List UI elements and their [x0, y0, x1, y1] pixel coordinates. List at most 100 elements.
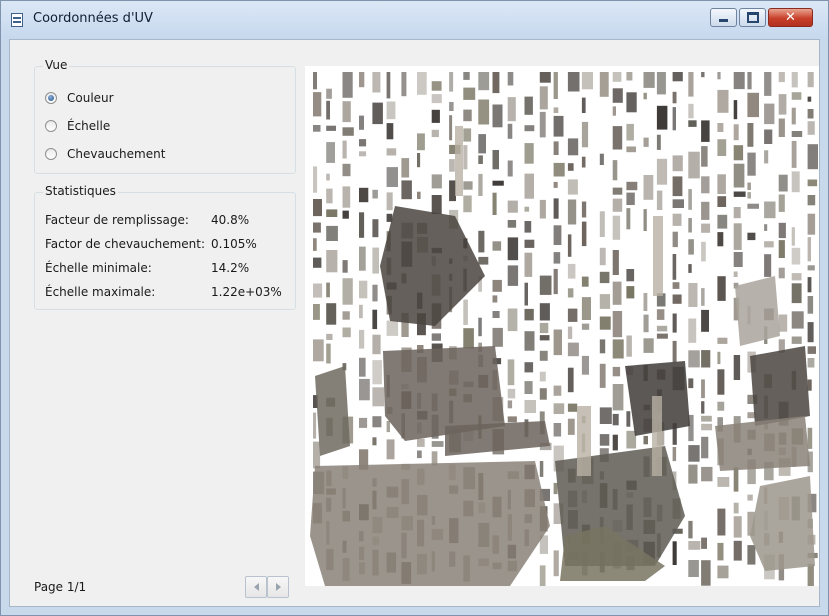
uv-island — [539, 350, 548, 361]
uv-island — [672, 72, 683, 82]
uv-island — [342, 72, 353, 98]
uv-island — [342, 163, 351, 177]
uv-island — [492, 279, 502, 292]
uv-island — [717, 72, 721, 80]
uv-island — [507, 220, 517, 228]
radio-button[interactable] — [45, 148, 57, 160]
uv-island — [492, 72, 500, 94]
radio-couleur[interactable]: Couleur — [45, 89, 114, 107]
uv-island — [672, 176, 683, 197]
uv-island — [626, 123, 634, 141]
uv-island — [463, 299, 468, 325]
uv-island — [359, 246, 366, 271]
stat-label: Factor de chevauchement: — [45, 237, 206, 251]
close-button[interactable]: ✕ — [768, 8, 813, 27]
uv-island — [492, 180, 504, 186]
uv-island — [612, 250, 619, 275]
uv-island — [643, 137, 649, 147]
uv-island — [701, 401, 705, 414]
uv-island — [672, 107, 676, 131]
uv-island — [735, 276, 780, 346]
uv-island — [449, 180, 456, 202]
uv-island — [791, 107, 796, 125]
uv-island — [807, 237, 811, 262]
uv-island — [688, 520, 693, 539]
uv-island — [701, 120, 710, 142]
uv-island — [612, 88, 623, 103]
minimize-button[interactable] — [710, 8, 737, 27]
title-bar[interactable]: Coordonnées d'UV ✕ — [1, 1, 828, 39]
uv-island — [733, 72, 745, 90]
uv-island — [701, 415, 712, 422]
uv-island — [567, 288, 574, 298]
uv-island — [717, 565, 729, 579]
uv-island — [733, 191, 746, 197]
uv-island — [553, 268, 558, 295]
uv-island — [553, 403, 565, 414]
uv-island — [463, 109, 472, 122]
uv-island — [567, 367, 574, 393]
uv-island — [791, 247, 801, 265]
uv-island — [567, 138, 579, 156]
uv-island — [342, 186, 351, 208]
uv-island — [524, 239, 535, 248]
radio-chevauchement[interactable]: Chevauchement — [45, 145, 165, 163]
uv-island — [612, 126, 623, 150]
close-icon: ✕ — [785, 10, 796, 25]
uv-island — [359, 304, 363, 319]
uv-island — [672, 340, 677, 363]
uv-island — [764, 150, 769, 164]
uv-island — [359, 187, 369, 203]
previous-page-button[interactable] — [245, 576, 267, 598]
uv-island — [507, 97, 516, 122]
uv-island — [492, 104, 503, 128]
uv-island — [688, 239, 694, 255]
uv-island — [599, 153, 604, 165]
uv-island — [656, 134, 661, 150]
maximize-button[interactable] — [739, 8, 766, 27]
uv-island — [539, 86, 548, 110]
uv-island — [326, 303, 337, 325]
uv-island — [807, 296, 814, 314]
uv-island — [778, 222, 786, 239]
uv-island — [688, 103, 694, 119]
uv-island — [342, 278, 353, 305]
uv-island — [507, 388, 516, 399]
uv-island — [717, 337, 728, 344]
next-page-button[interactable] — [267, 576, 289, 598]
uv-island — [372, 189, 378, 199]
statistics-group-title: Statistiques — [43, 184, 118, 198]
uv-texture-view[interactable] — [305, 66, 819, 586]
uv-island — [701, 241, 706, 262]
uv-island — [599, 407, 612, 424]
uv-island — [747, 123, 754, 147]
uv-island — [539, 388, 547, 400]
uv-island — [313, 125, 321, 132]
uv-island — [359, 72, 365, 88]
uv-island — [733, 355, 741, 380]
uv-island — [717, 196, 727, 207]
uv-island — [581, 276, 589, 287]
uv-island — [643, 338, 654, 353]
uv-island — [372, 416, 382, 428]
uv-island — [581, 72, 593, 90]
uv-island — [507, 72, 514, 86]
uv-island — [431, 174, 442, 189]
uv-island — [701, 72, 705, 78]
radio-button[interactable] — [45, 120, 57, 132]
uv-island — [778, 118, 785, 137]
uv-island — [626, 92, 637, 113]
uv-island — [524, 206, 530, 212]
uv-island — [463, 328, 474, 349]
uv-island — [612, 384, 624, 411]
radio-echelle[interactable]: Échelle — [45, 117, 110, 135]
uv-island — [417, 133, 425, 151]
uv-island — [626, 411, 631, 427]
uv-island — [313, 304, 320, 320]
uv-island — [733, 516, 742, 538]
uv-island — [717, 139, 727, 156]
uv-island — [359, 115, 364, 130]
radio-button[interactable] — [45, 92, 57, 104]
uv-island — [807, 322, 814, 343]
uv-island — [626, 335, 632, 357]
